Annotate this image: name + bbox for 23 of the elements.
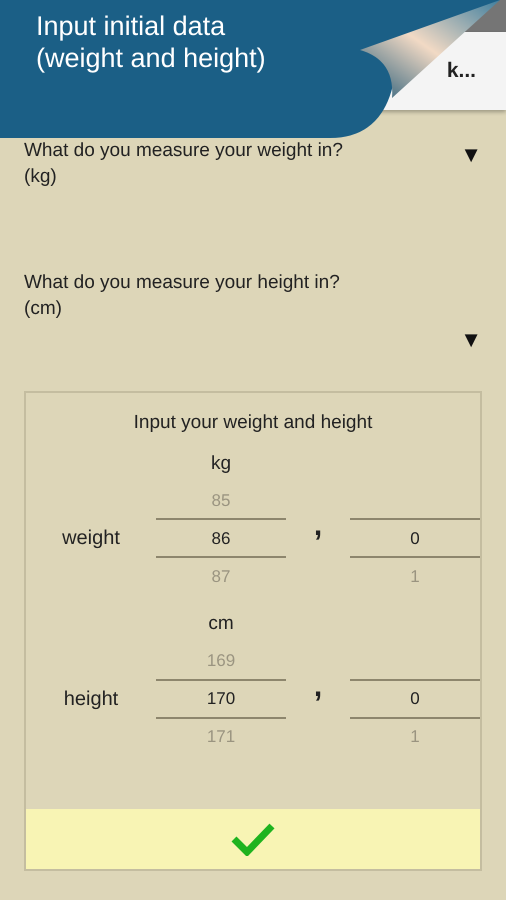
question-text: What do you measure your height in? — [24, 271, 340, 295]
banner-text: Input initial data (weight and height) — [36, 10, 266, 75]
picker-value[interactable]: 86 — [156, 520, 286, 556]
dropdown-field[interactable]: What do you measure your height in? (cm) — [24, 270, 340, 322]
picker-value[interactable]: 170 — [156, 680, 286, 717]
app-bar-title: k... — [446, 58, 476, 84]
dropdown-field[interactable]: What do you measure your weight in? (kg) — [24, 138, 343, 190]
confirm-button[interactable] — [26, 809, 480, 870]
card-title: Input your weight and height — [132, 411, 374, 436]
dropdown-arrow[interactable]: ▼ — [460, 138, 482, 171]
picker-value[interactable]: 0 — [350, 680, 480, 717]
separator-text: , — [314, 509, 322, 542]
unit-label: kg — [210, 452, 232, 474]
picker-value[interactable]: 0 — [350, 520, 480, 556]
unit-label: cm — [208, 613, 234, 634]
check-icon — [231, 822, 275, 856]
row-label: weight — [62, 527, 120, 550]
separator-text: , — [314, 670, 322, 703]
question-text: What do you measure your weight in? — [24, 139, 343, 163]
row-label: height — [64, 688, 118, 710]
selected-unit: (cm) — [24, 296, 63, 321]
selected-unit: (kg) — [24, 164, 58, 189]
dropdown-arrow[interactable]: ▼ — [460, 323, 482, 392]
